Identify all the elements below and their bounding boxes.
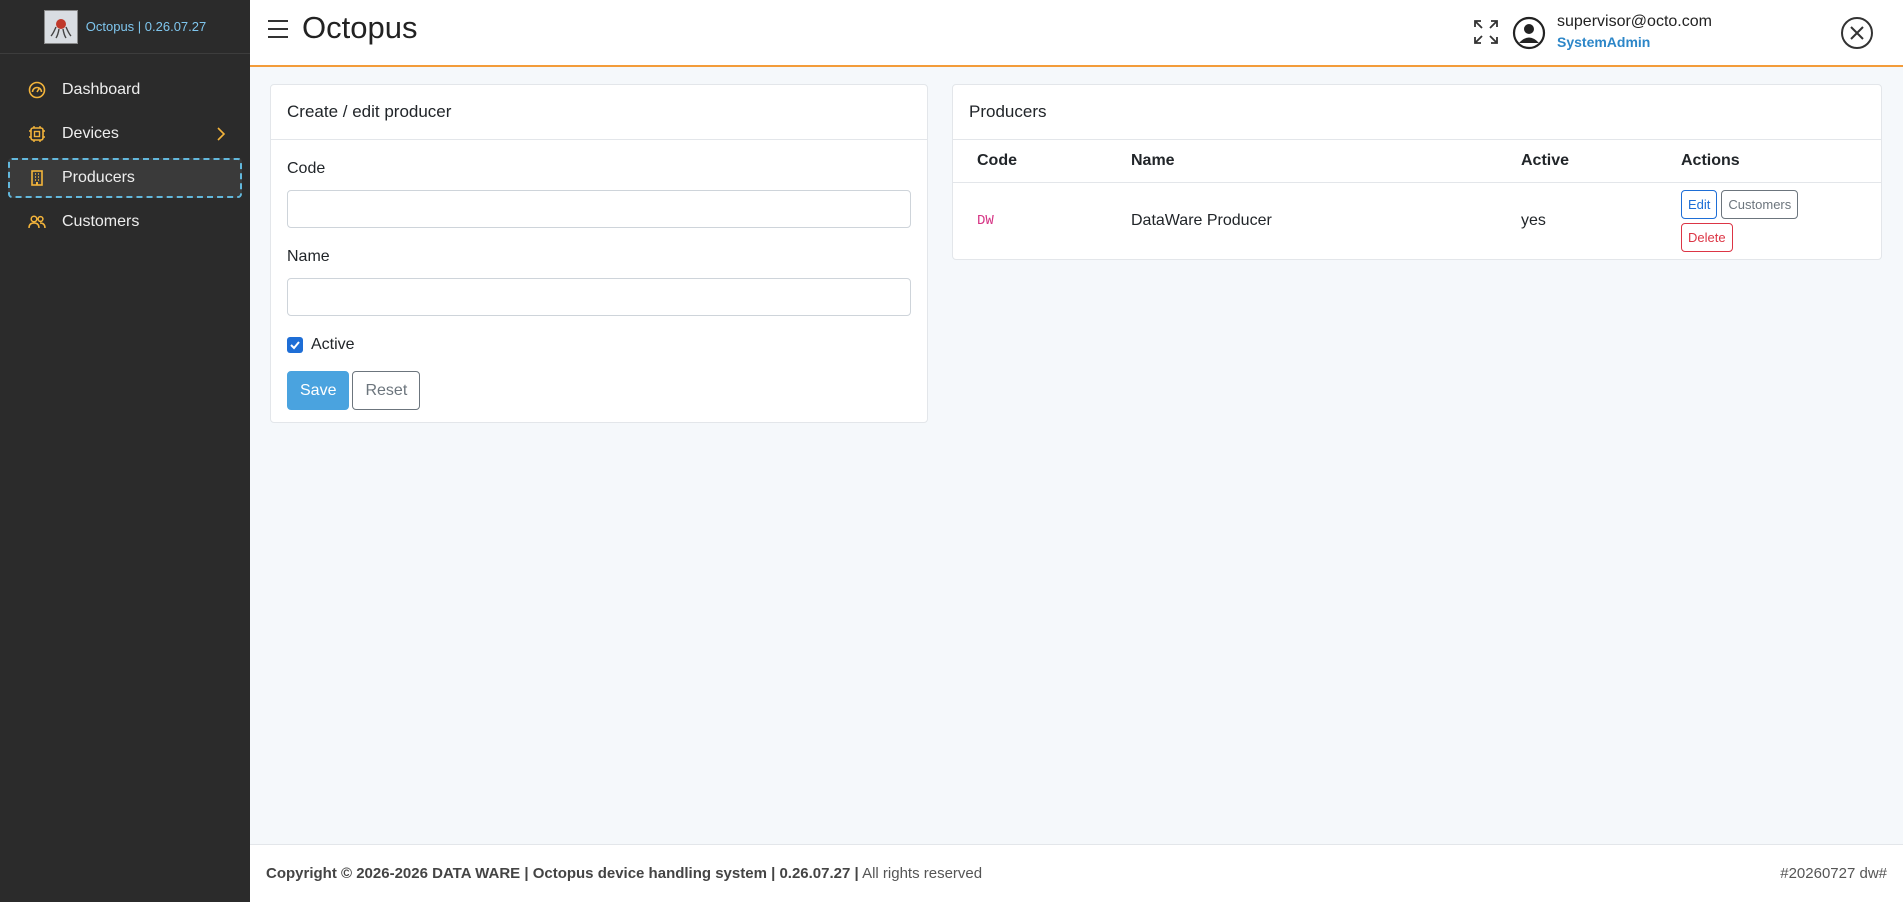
sidebar-item-label: Customers bbox=[62, 213, 140, 230]
save-button[interactable]: Save bbox=[287, 371, 350, 410]
user-role: SystemAdmin bbox=[1557, 34, 1651, 50]
form-title: Create / edit producer bbox=[271, 85, 927, 140]
reset-button[interactable]: Reset bbox=[352, 371, 421, 410]
sidebar-item-devices[interactable]: Devices bbox=[8, 114, 242, 154]
table-header-row: Code Name Active Actions bbox=[953, 140, 1881, 183]
active-row: Active bbox=[287, 336, 911, 354]
customers-button[interactable]: Customers bbox=[1721, 190, 1799, 220]
producer-form-card: Create / edit producer Code Name Active … bbox=[270, 84, 928, 423]
cpu-chip-icon bbox=[28, 125, 50, 143]
producers-table: Code Name Active Actions DW DataWare Pro… bbox=[953, 140, 1881, 260]
code-label: Code bbox=[287, 160, 326, 177]
producer-name: DataWare Producer bbox=[1131, 212, 1272, 230]
producer-actions: Edit Customers Delete bbox=[1673, 182, 1881, 260]
active-label: Active bbox=[311, 336, 355, 353]
brand-text: Octopus | 0.26.07.27 bbox=[85, 19, 207, 34]
building-icon bbox=[28, 169, 50, 187]
chevron-right-icon bbox=[216, 126, 226, 147]
user-avatar-icon[interactable] bbox=[1512, 16, 1546, 55]
column-header-name: Name bbox=[1123, 140, 1513, 183]
rights-text: All rights reserved bbox=[862, 865, 983, 882]
copyright-text: Copyright © 2026-2026 DATA WARE | Octopu… bbox=[266, 865, 859, 882]
producers-title: Producers bbox=[953, 85, 1881, 140]
active-checkbox[interactable] bbox=[287, 337, 303, 353]
fullscreen-expand-icon[interactable] bbox=[1472, 18, 1500, 51]
hamburger-menu-icon[interactable] bbox=[266, 18, 290, 45]
column-header-active: Active bbox=[1513, 140, 1673, 183]
footer: Copyright © 2026-2026 DATA WARE | Octopu… bbox=[250, 844, 1903, 902]
user-email: supervisor@octo.com bbox=[1557, 13, 1712, 30]
dashboard-gauge-icon bbox=[28, 81, 50, 99]
edit-button[interactable]: Edit bbox=[1681, 190, 1718, 220]
sidebar-item-dashboard[interactable]: Dashboard bbox=[8, 70, 242, 110]
brand[interactable]: Octopus | 0.26.07.27 bbox=[0, 0, 250, 54]
close-icon[interactable] bbox=[1840, 16, 1874, 55]
column-header-code: Code bbox=[953, 140, 1123, 183]
code-input[interactable] bbox=[287, 190, 911, 228]
build-id: #20260727 dw# bbox=[1780, 865, 1887, 882]
column-header-actions: Actions bbox=[1673, 140, 1881, 183]
sidebar-nav: Dashboard Devices Producers Customers bbox=[0, 54, 250, 242]
top-header: Octopus supervisor@octo.com SystemAdmin bbox=[250, 0, 1903, 67]
sidebar-item-customers[interactable]: Customers bbox=[8, 202, 242, 242]
producers-list-card: Producers Code Name Active Actions DW Da… bbox=[952, 84, 1882, 260]
page-title: Octopus bbox=[302, 10, 418, 45]
producer-code: DW bbox=[977, 213, 994, 230]
name-label: Name bbox=[287, 248, 330, 265]
octopus-logo-icon bbox=[43, 9, 78, 44]
sidebar-item-label: Devices bbox=[62, 125, 119, 142]
name-input[interactable] bbox=[287, 278, 911, 316]
sidebar-item-producers[interactable]: Producers bbox=[8, 158, 242, 198]
table-row: DW DataWare Producer yes Edit Customers … bbox=[953, 182, 1881, 260]
footer-copyright: Copyright © 2026-2026 DATA WARE | Octopu… bbox=[266, 865, 982, 882]
form-buttons: Save Reset bbox=[287, 371, 911, 410]
producer-active: yes bbox=[1521, 212, 1546, 230]
sidebar-item-label: Dashboard bbox=[62, 81, 141, 98]
sidebar-item-label: Producers bbox=[62, 169, 135, 186]
delete-button[interactable]: Delete bbox=[1681, 223, 1733, 253]
sidebar: Octopus | 0.26.07.27 Dashboard Devices P… bbox=[0, 0, 250, 902]
people-icon bbox=[28, 213, 50, 231]
